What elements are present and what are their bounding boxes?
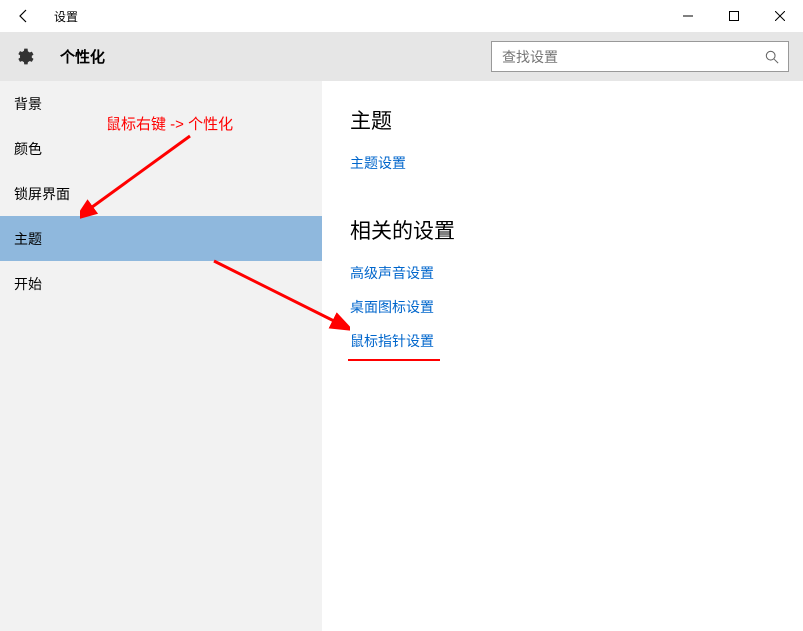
gear-icon: [14, 47, 34, 67]
link-mouse-pointer[interactable]: 鼠标指针设置: [350, 331, 775, 351]
link-advanced-sound[interactable]: 高级声音设置: [350, 263, 775, 283]
titlebar: 设置: [0, 0, 803, 32]
back-arrow-icon: [16, 8, 32, 24]
maximize-icon: [729, 11, 739, 21]
search-icon: [765, 50, 779, 64]
window-controls: [665, 0, 803, 32]
back-button[interactable]: [0, 0, 48, 32]
section-title-related: 相关的设置: [350, 215, 775, 245]
body: 背景 颜色 锁屏界面 主题 开始 主题 主题设置 相关的设置 高级声音设置 桌面…: [0, 81, 803, 631]
section-title-themes: 主题: [350, 105, 775, 135]
sidebar-item-themes[interactable]: 主题: [0, 216, 322, 261]
sidebar-item-label: 开始: [14, 274, 42, 294]
sidebar-item-background[interactable]: 背景: [0, 81, 322, 126]
search-input[interactable]: [492, 49, 756, 65]
link-desktop-icons[interactable]: 桌面图标设置: [350, 297, 775, 317]
maximize-button[interactable]: [711, 0, 757, 32]
sidebar-item-lockscreen[interactable]: 锁屏界面: [0, 171, 322, 216]
header: 个性化: [0, 32, 803, 81]
window-title: 设置: [54, 8, 78, 25]
close-button[interactable]: [757, 0, 803, 32]
sidebar-item-label: 颜色: [14, 139, 42, 159]
minimize-icon: [683, 11, 693, 21]
search-box[interactable]: [491, 41, 789, 72]
search-button[interactable]: [756, 42, 788, 71]
settings-gear[interactable]: [0, 32, 48, 81]
sidebar-item-colors[interactable]: 颜色: [0, 126, 322, 171]
sidebar-item-label: 主题: [14, 229, 42, 249]
link-theme-settings[interactable]: 主题设置: [350, 153, 775, 173]
page-title: 个性化: [60, 46, 105, 67]
sidebar: 背景 颜色 锁屏界面 主题 开始: [0, 81, 322, 631]
content: 主题 主题设置 相关的设置 高级声音设置 桌面图标设置 鼠标指针设置: [322, 81, 803, 631]
minimize-button[interactable]: [665, 0, 711, 32]
sidebar-item-label: 背景: [14, 94, 42, 114]
close-icon: [775, 11, 785, 21]
sidebar-item-start[interactable]: 开始: [0, 261, 322, 306]
sidebar-item-label: 锁屏界面: [14, 184, 70, 204]
